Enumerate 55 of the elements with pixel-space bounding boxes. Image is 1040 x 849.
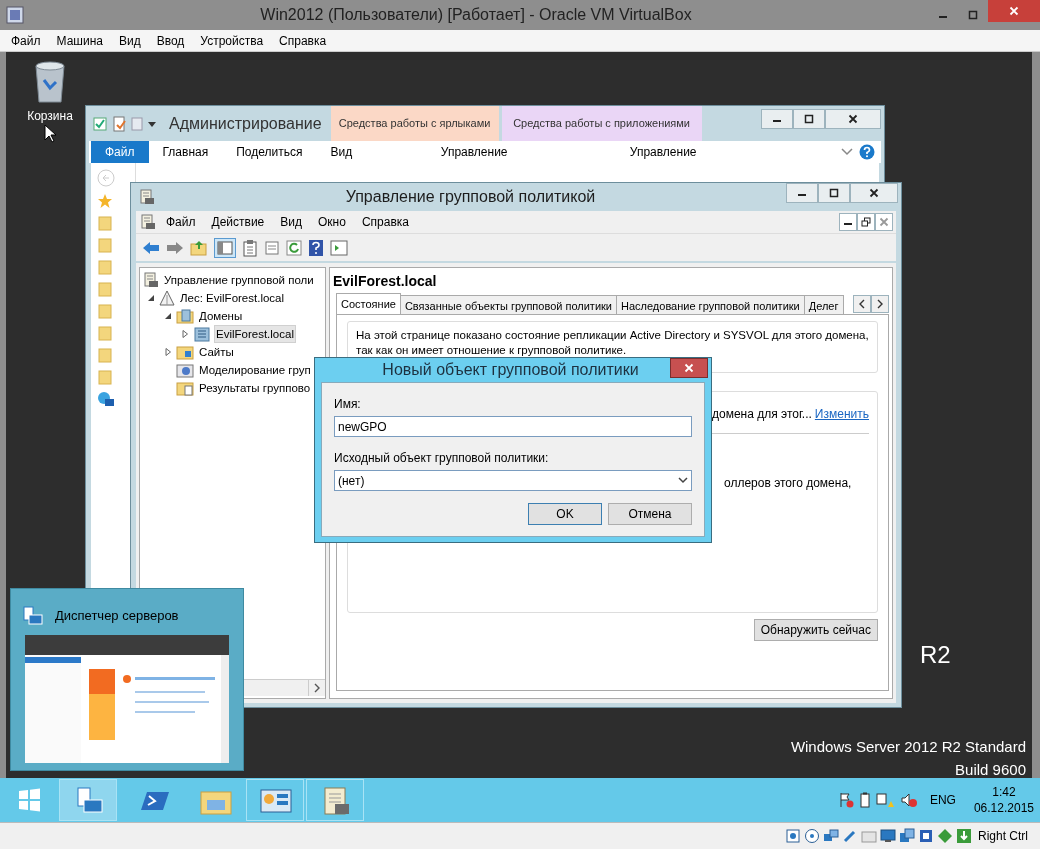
menu-item[interactable]: Справка	[271, 31, 335, 50]
tab[interactable]: Наследование групповой политики	[616, 295, 805, 314]
status-text: домена для этог...	[711, 405, 812, 423]
field-label: Исходный объект групповой политики:	[334, 450, 550, 467]
tree-item[interactable]: Лес: EvilForest.local	[178, 289, 287, 307]
ribbon-tab[interactable]: Вид	[316, 141, 367, 163]
preview-title: Диспетчер серверов	[55, 607, 179, 626]
ok-button[interactable]: OK	[528, 503, 602, 525]
tree-item[interactable]: EvilForest.local	[214, 325, 296, 343]
status-text: оллеров этого домена,	[724, 474, 853, 492]
menu-item[interactable]: Машина	[48, 31, 111, 50]
menu-item[interactable]: Справка	[353, 213, 417, 231]
preview-tooltip[interactable]: Диспетчер серверов	[10, 588, 244, 771]
field-label: Имя:	[334, 396, 362, 413]
menu-item[interactable]: Действие	[203, 213, 273, 231]
menu-item[interactable]: Вид	[110, 31, 149, 50]
ribbon-tab[interactable]: Поделиться	[222, 141, 317, 163]
host-key-label: Right Ctrl	[978, 828, 1028, 845]
ribbon-tab[interactable]: Файл	[91, 141, 149, 163]
ribbon-tab[interactable]: Главная	[148, 141, 223, 163]
detect-button[interactable]: Обнаружить сейчас	[753, 618, 878, 641]
menu-item[interactable]: Вид	[272, 213, 310, 231]
cancel-button[interactable]: Отмена	[608, 503, 692, 525]
tree-item[interactable]: Результаты группово	[197, 379, 313, 397]
tree-item[interactable]: Сайты	[197, 343, 236, 361]
tab[interactable]: Связанные объекты групповой политики	[399, 295, 617, 314]
details-heading: EvilForest.local	[333, 272, 438, 291]
menu-item[interactable]: Окно	[310, 213, 354, 231]
product-name: Windows Server 2012 R2 Standard	[790, 737, 1026, 757]
menu-item[interactable]: Ввод	[148, 31, 193, 50]
menu-item[interactable]: Файл	[158, 213, 204, 231]
tab[interactable]: Делег	[803, 295, 844, 314]
build-number: Build 9600	[955, 760, 1026, 780]
language-indicator[interactable]: ENG	[929, 791, 956, 809]
source-dropdown[interactable]: (нет)	[334, 470, 692, 491]
tool-group-header: Средства работы с приложениями	[501, 106, 702, 141]
window-title: Управление групповой политикой	[344, 187, 597, 207]
clock[interactable]: 1:42 06.12.2015	[973, 784, 1034, 816]
dialog-title: Новый объект групповой политики	[381, 360, 640, 380]
window-title: Администрирование	[169, 113, 322, 134]
tool-group-header: Средства работы с ярлыками	[330, 106, 499, 141]
description-text: На этой странице показано состояние репликации Active Directory и SYSVOL для этого домена, так как он имеет отношение к групповой политике.	[356, 328, 869, 358]
menu-item[interactable]: Файл	[3, 31, 49, 50]
change-link[interactable]: Изменить	[814, 404, 869, 423]
name-field[interactable]: newGPO	[334, 416, 692, 437]
menu-item[interactable]: Устройства	[192, 31, 272, 50]
tree-item[interactable]: Домены	[197, 307, 245, 325]
tree-item[interactable]: Моделирование груп	[197, 361, 313, 379]
tab[interactable]: Состояние	[336, 293, 401, 314]
desktop-icon-label[interactable]: Корзина	[27, 107, 73, 125]
ribbon-tab[interactable]: Управление	[563, 141, 764, 163]
ribbon-tab[interactable]: Управление	[388, 141, 561, 163]
edition-text: R2	[920, 640, 951, 670]
tree-item[interactable]: Управление групповой поли	[162, 271, 316, 289]
window-title: Win2012 (Пользователи) [Работает] - Oracle VM VirtualBox	[259, 5, 693, 25]
